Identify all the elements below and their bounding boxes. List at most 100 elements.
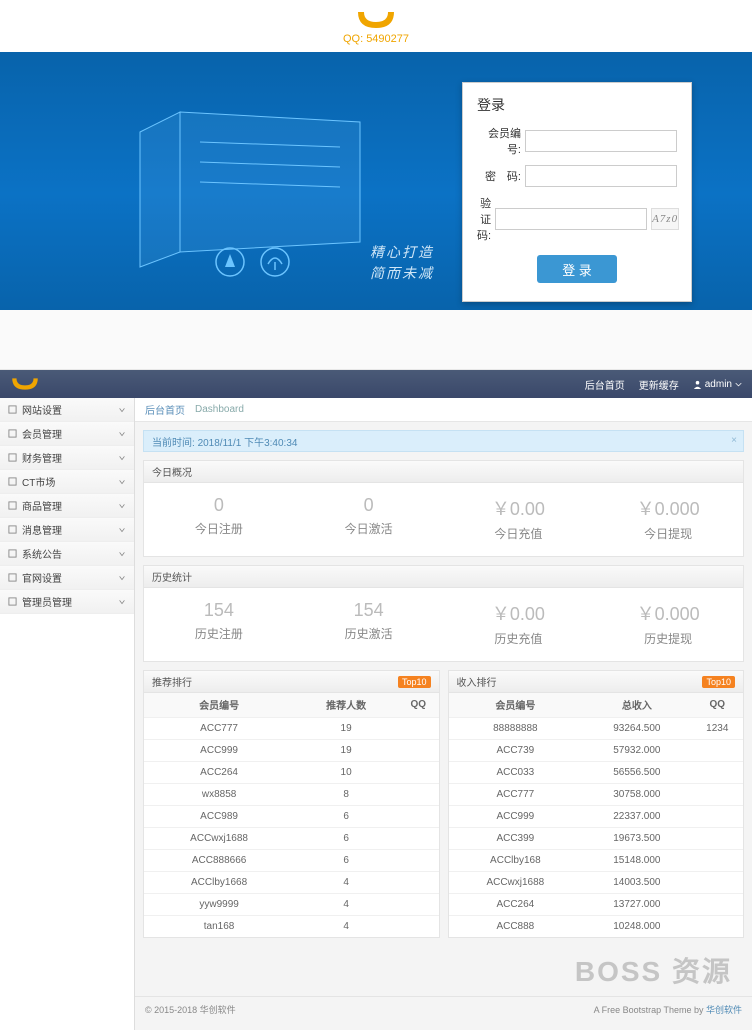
login-panel: 登录 会员编号: 密 码: 验证码: A7z0 登 录 bbox=[462, 82, 692, 302]
history-title: 历史统计 bbox=[152, 569, 192, 584]
sidebar-item-5[interactable]: 消息管理 bbox=[0, 518, 134, 542]
captcha-label: 验证码: bbox=[477, 195, 495, 243]
menu-icon bbox=[8, 501, 17, 510]
stat-cell: ￥0.00今日充值 bbox=[444, 483, 594, 556]
login-button[interactable]: 登 录 bbox=[537, 255, 617, 283]
footer-right: A Free Bootstrap Theme by 华创软件 bbox=[594, 1003, 742, 1016]
logo-icon bbox=[352, 8, 400, 32]
table-row: ACC88810248.000 bbox=[449, 915, 744, 937]
user-icon bbox=[693, 380, 702, 389]
menu-icon bbox=[8, 477, 17, 486]
table-row: ACC8886666 bbox=[144, 849, 439, 871]
sidebar-item-0[interactable]: 网站设置 bbox=[0, 398, 134, 422]
hero-banner: 精心打造 简而未减 登录 会员编号: 密 码: 验证码: A7z0 登 录 bbox=[0, 52, 752, 310]
captcha-image[interactable]: A7z0 bbox=[651, 208, 679, 230]
chevron-down-icon bbox=[118, 502, 126, 510]
sidebar-item-1[interactable]: 会员管理 bbox=[0, 422, 134, 446]
sidebar-item-4[interactable]: 商品管理 bbox=[0, 494, 134, 518]
stat-cell: ￥0.000今日提现 bbox=[593, 483, 743, 556]
password-label: 密 码: bbox=[477, 168, 525, 184]
menu-icon bbox=[8, 549, 17, 558]
table-row: ACCwxj168814003.500 bbox=[449, 871, 744, 893]
table-row: tan1684 bbox=[144, 915, 439, 937]
login-title: 登录 bbox=[477, 95, 677, 115]
menu-icon bbox=[8, 405, 17, 414]
chevron-down-icon bbox=[118, 430, 126, 438]
breadcrumb: 后台首页 Dashboard bbox=[135, 398, 752, 422]
chevron-down-icon bbox=[118, 598, 126, 606]
stat-cell: 154历史注册 bbox=[144, 588, 294, 661]
sidebar-item-3[interactable]: CT市场 bbox=[0, 470, 134, 494]
stat-cell: ￥0.00历史充值 bbox=[444, 588, 594, 661]
footer: © 2015-2018 华创软件 A Free Bootstrap Theme … bbox=[135, 996, 752, 1022]
user-input[interactable] bbox=[525, 130, 677, 152]
table-row: ACC99919 bbox=[144, 739, 439, 761]
stat-cell: 0今日激活 bbox=[294, 483, 444, 556]
menu-icon bbox=[8, 453, 17, 462]
chevron-down-icon bbox=[118, 406, 126, 414]
crumb-current: Dashboard bbox=[195, 404, 244, 415]
sidebar-item-8[interactable]: 管理员管理 bbox=[0, 590, 134, 614]
inc-table: 会员编号总收入QQ 8888888893264.5001234ACC739579… bbox=[449, 693, 744, 937]
sidebar-item-2[interactable]: 财务管理 bbox=[0, 446, 134, 470]
chevron-down-icon bbox=[118, 454, 126, 462]
nav-home[interactable]: 后台首页 bbox=[585, 377, 625, 392]
today-panel: 今日概况 0今日注册0今日激活￥0.00今日充值￥0.000今日提现 bbox=[143, 460, 744, 557]
user-label: 会员编号: bbox=[477, 125, 525, 157]
close-icon[interactable]: × bbox=[731, 435, 737, 446]
inc-panel: 收入排行 Top10 会员编号总收入QQ 8888888893264.50012… bbox=[448, 670, 745, 938]
table-row: ACC9896 bbox=[144, 805, 439, 827]
nav-cache[interactable]: 更新缓存 bbox=[639, 377, 679, 392]
table-row: wx88588 bbox=[144, 783, 439, 805]
admin-topbar: 后台首页 更新缓存 admin bbox=[0, 370, 752, 398]
rec-table: 会员编号推荐人数QQ ACC77719ACC99919ACC26410wx885… bbox=[144, 693, 439, 937]
chevron-down-icon bbox=[735, 381, 742, 388]
chevron-down-icon bbox=[118, 550, 126, 558]
stat-cell: 154历史激活 bbox=[294, 588, 444, 661]
table-row: ACC77719 bbox=[144, 717, 439, 739]
chevron-down-icon bbox=[118, 478, 126, 486]
content-area: 后台首页 Dashboard 当前时间: 2018/11/1 下午3:40:34… bbox=[135, 398, 752, 1030]
menu-icon bbox=[8, 525, 17, 534]
table-row: ACC03356556.500 bbox=[449, 761, 744, 783]
stat-cell: 0今日注册 bbox=[144, 483, 294, 556]
sidebar-item-6[interactable]: 系统公告 bbox=[0, 542, 134, 566]
crumb-home[interactable]: 后台首页 bbox=[145, 402, 185, 417]
nav-user-menu[interactable]: admin bbox=[693, 377, 742, 392]
table-row: ACClby16684 bbox=[144, 871, 439, 893]
table-row: 8888888893264.5001234 bbox=[449, 717, 744, 739]
table-row: ACCwxj16886 bbox=[144, 827, 439, 849]
sidebar-item-7[interactable]: 官网设置 bbox=[0, 566, 134, 590]
history-panel: 历史统计 154历史注册154历史激活￥0.00历史充值￥0.000历史提现 bbox=[143, 565, 744, 662]
table-row: ACC99922337.000 bbox=[449, 805, 744, 827]
table-row: yyw99994 bbox=[144, 893, 439, 915]
today-title: 今日概况 bbox=[152, 464, 192, 479]
table-row: ACClby16815148.000 bbox=[449, 849, 744, 871]
logo-strip: QQ: 5490277 bbox=[0, 0, 752, 52]
table-row: ACC26410 bbox=[144, 761, 439, 783]
table-row: ACC39919673.500 bbox=[449, 827, 744, 849]
captcha-input[interactable] bbox=[495, 208, 647, 230]
time-alert: 当前时间: 2018/11/1 下午3:40:34 × bbox=[143, 430, 744, 452]
rec-badge: Top10 bbox=[398, 676, 431, 688]
table-row: ACC77730758.000 bbox=[449, 783, 744, 805]
hero-tagline: 精心打造 简而未减 bbox=[370, 242, 434, 284]
table-row: ACC73957932.000 bbox=[449, 739, 744, 761]
gap-divider bbox=[0, 310, 752, 370]
chevron-down-icon bbox=[118, 574, 126, 582]
rec-panel: 推荐排行 Top10 会员编号推荐人数QQ ACC77719ACC99919AC… bbox=[143, 670, 440, 938]
footer-left: © 2015-2018 华创软件 bbox=[145, 1003, 236, 1016]
inc-badge: Top10 bbox=[702, 676, 735, 688]
password-input[interactable] bbox=[525, 165, 677, 187]
sidebar: 网站设置会员管理财务管理CT市场商品管理消息管理系统公告官网设置管理员管理 bbox=[0, 398, 135, 1030]
chevron-down-icon bbox=[118, 526, 126, 534]
table-row: ACC26413727.000 bbox=[449, 893, 744, 915]
inc-title: 收入排行 bbox=[457, 674, 497, 689]
menu-icon bbox=[8, 597, 17, 606]
brand-mini bbox=[0, 370, 135, 398]
watermark: BOSS 资源 bbox=[135, 938, 752, 990]
logo-subtext: QQ: 5490277 bbox=[343, 33, 409, 45]
menu-icon bbox=[8, 573, 17, 582]
stat-cell: ￥0.000历史提现 bbox=[593, 588, 743, 661]
rec-title: 推荐排行 bbox=[152, 674, 192, 689]
